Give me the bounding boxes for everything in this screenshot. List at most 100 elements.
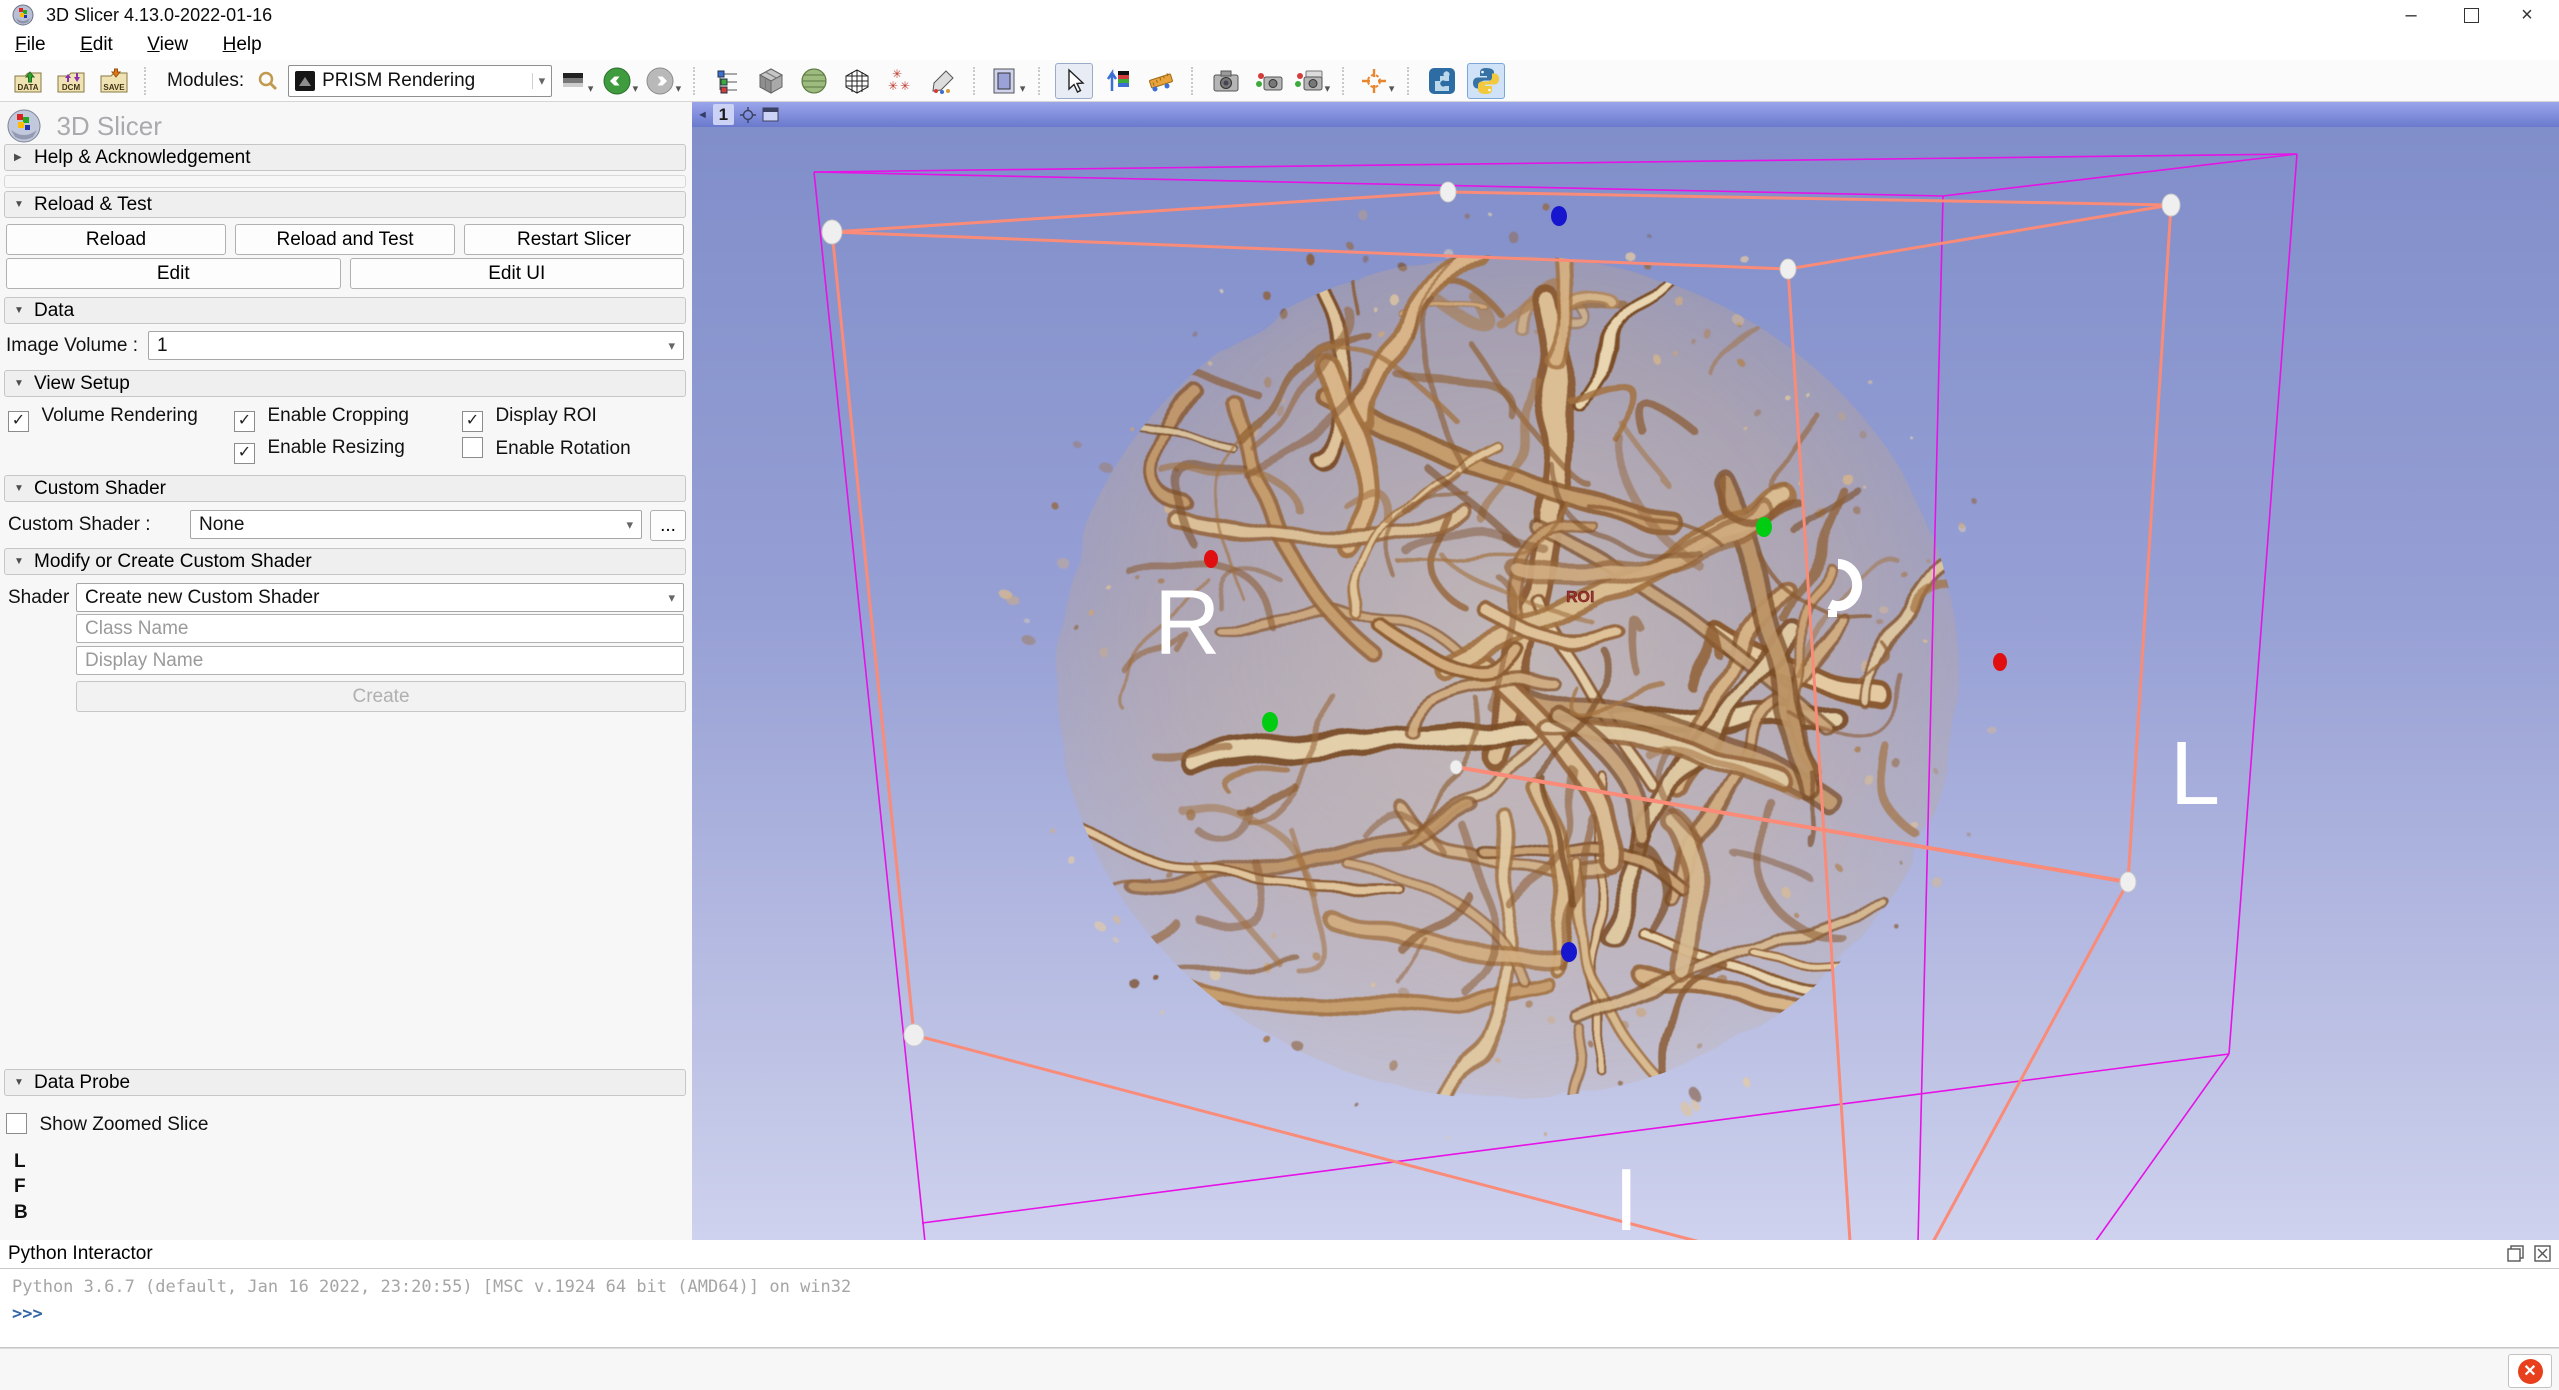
module-selector-combobox[interactable]: PRISM Rendering ▾: [288, 65, 552, 97]
close-panel-icon[interactable]: [2534, 1245, 2551, 1262]
maximize-button[interactable]: [2443, 0, 2499, 30]
minimize-button[interactable]: –: [2383, 0, 2439, 30]
models-sphere-button[interactable]: [796, 64, 832, 98]
toolbar-separator: [693, 67, 698, 95]
module-history-button[interactable]: ▾: [559, 64, 595, 98]
volume-rendering-checkbox[interactable]: ✓ Volume Rendering: [8, 405, 198, 432]
toolbar-separator: [1038, 67, 1043, 95]
section-custom-shader[interactable]: ▼ Custom Shader: [4, 475, 686, 502]
adjust-window-level-button[interactable]: [1100, 64, 1136, 98]
cursor-icon: [1062, 68, 1086, 94]
slicer-logo: 3D Slicer: [6, 108, 684, 146]
class-name-input[interactable]: [76, 614, 684, 643]
toolbar-separator: [1191, 67, 1196, 95]
close-button[interactable]: ×: [2499, 0, 2555, 30]
python-console[interactable]: Python 3.6.7 (default, Jan 16 2022, 23:2…: [0, 1268, 2559, 1348]
threed-scene[interactable]: R L I ROI: [692, 102, 2559, 1240]
roi-face-handle-red[interactable]: [1993, 653, 2007, 671]
restart-slicer-button[interactable]: Restart Slicer: [464, 224, 684, 255]
menu-help[interactable]: Help: [208, 30, 277, 60]
section-data-probe[interactable]: ▼ Data Probe: [4, 1069, 686, 1096]
reload-button[interactable]: Reload: [6, 224, 226, 255]
python-console-button[interactable]: [1467, 63, 1505, 99]
module-forward-button[interactable]: ▾: [645, 64, 681, 98]
display-roi-checkbox[interactable]: ✓ Display ROI: [462, 405, 597, 432]
roi-face-handle-blue[interactable]: [1561, 942, 1577, 962]
module-search-button[interactable]: [255, 64, 281, 98]
threed-view[interactable]: ◄ 1: [692, 102, 2559, 1240]
error-log-button[interactable]: ✕: [2508, 1354, 2552, 1388]
python-interactor-header: Python Interactor: [0, 1240, 2559, 1268]
save-button[interactable]: SAVE: [96, 64, 132, 98]
roi-corner-handle[interactable]: [2162, 194, 2180, 216]
custom-shader-combobox[interactable]: None ▾: [190, 510, 642, 539]
section-reload-test[interactable]: ▼ Reload & Test: [4, 191, 686, 218]
dicom-button[interactable]: DCM: [53, 64, 89, 98]
module-back-button[interactable]: ▾: [602, 64, 638, 98]
shader-label: Shader :: [8, 583, 80, 612]
image-volume-combobox[interactable]: 1 ▾: [148, 331, 684, 360]
module-hierarchy-button[interactable]: [710, 64, 746, 98]
toolbar-separator: [973, 67, 978, 95]
section-data[interactable]: ▼ Data: [4, 297, 686, 324]
load-data-button[interactable]: DATA: [10, 64, 46, 98]
section-view-setup[interactable]: ▼ View Setup: [4, 370, 686, 397]
scene-view-restore-button[interactable]: ▾: [1294, 64, 1330, 98]
chevron-down-icon: ▾: [532, 73, 546, 89]
annotations-button[interactable]: [925, 64, 961, 98]
edit-ui-button[interactable]: Edit UI: [350, 258, 685, 289]
roi-corner-handle[interactable]: [1450, 760, 1462, 774]
section-modify-create-shader[interactable]: ▼ Modify or Create Custom Shader: [4, 548, 686, 575]
roi-corner-handle[interactable]: [2120, 872, 2136, 892]
view-maximize-icon[interactable]: [762, 107, 779, 122]
view-crosshair-icon[interactable]: [739, 106, 757, 124]
chevron-down-icon: ▾: [1020, 82, 1026, 98]
show-zoomed-slice-checkbox[interactable]: Show Zoomed Slice: [6, 1113, 684, 1136]
reload-and-test-button[interactable]: Reload and Test: [235, 224, 455, 255]
main-toolbar: DATA DCM SAVE Modules: PRISM Rendering ▾…: [0, 60, 2559, 102]
pin-icon[interactable]: ◄: [697, 109, 708, 121]
markups-icon: ✳✳ ✳: [886, 68, 914, 94]
menu-edit[interactable]: Edit: [65, 30, 128, 60]
collapsed-icon: ▶: [14, 152, 25, 163]
checkbox-box: ✓: [8, 411, 29, 432]
screenshot-button[interactable]: [1208, 64, 1244, 98]
ruler-icon: [1147, 67, 1175, 95]
chevron-down-icon: ▾: [620, 517, 633, 533]
roi-face-handle-blue[interactable]: [1551, 206, 1567, 226]
edit-button[interactable]: Edit: [6, 258, 341, 289]
chevron-down-icon: ▾: [633, 82, 639, 98]
shader-more-button[interactable]: ...: [650, 510, 686, 541]
ruler-button[interactable]: [1143, 64, 1179, 98]
chevron-down-icon: ▾: [662, 338, 675, 354]
shader-combobox[interactable]: Create new Custom Shader ▾: [76, 583, 684, 612]
roi-corner-handle[interactable]: [904, 1024, 924, 1046]
edit-button-row: Edit Edit UI: [6, 258, 684, 289]
extensions-icon: [1427, 66, 1457, 96]
roi-face-handle-green[interactable]: [1262, 712, 1278, 732]
markups-button[interactable]: ✳✳ ✳: [882, 64, 918, 98]
float-panel-icon[interactable]: [2507, 1245, 2524, 1262]
chevron-down-icon: ▾: [1325, 82, 1331, 98]
crosshair-button[interactable]: ▾: [1359, 64, 1395, 98]
extensions-manager-button[interactable]: [1424, 64, 1460, 98]
transforms-button[interactable]: [839, 64, 875, 98]
roi-face-handle-green[interactable]: [1756, 517, 1772, 537]
enable-cropping-checkbox[interactable]: ✓ Enable Cropping: [234, 405, 409, 432]
menu-view[interactable]: View: [132, 30, 203, 60]
roi-face-handle-red[interactable]: [1204, 550, 1218, 568]
section-help-acknowledgement[interactable]: ▶ Help & Acknowledgement: [4, 144, 686, 171]
layout-selector-button[interactable]: ▾: [990, 64, 1026, 98]
roi-corner-handle[interactable]: [1440, 182, 1456, 202]
display-name-input[interactable]: [76, 646, 684, 675]
menu-file[interactable]: File: [0, 30, 61, 60]
volume-cube-button[interactable]: [753, 64, 789, 98]
roi-corner-handle[interactable]: [822, 220, 842, 244]
roi-corner-handle[interactable]: [1780, 259, 1796, 279]
create-shader-button[interactable]: Create: [76, 681, 686, 712]
mouse-interaction-button[interactable]: [1055, 63, 1093, 99]
enable-resizing-checkbox[interactable]: ✓ Enable Resizing: [234, 437, 405, 464]
image-volume-label: Image Volume :: [6, 331, 138, 360]
enable-rotation-checkbox[interactable]: Enable Rotation: [462, 437, 631, 460]
scene-view-capture-button[interactable]: [1251, 64, 1287, 98]
